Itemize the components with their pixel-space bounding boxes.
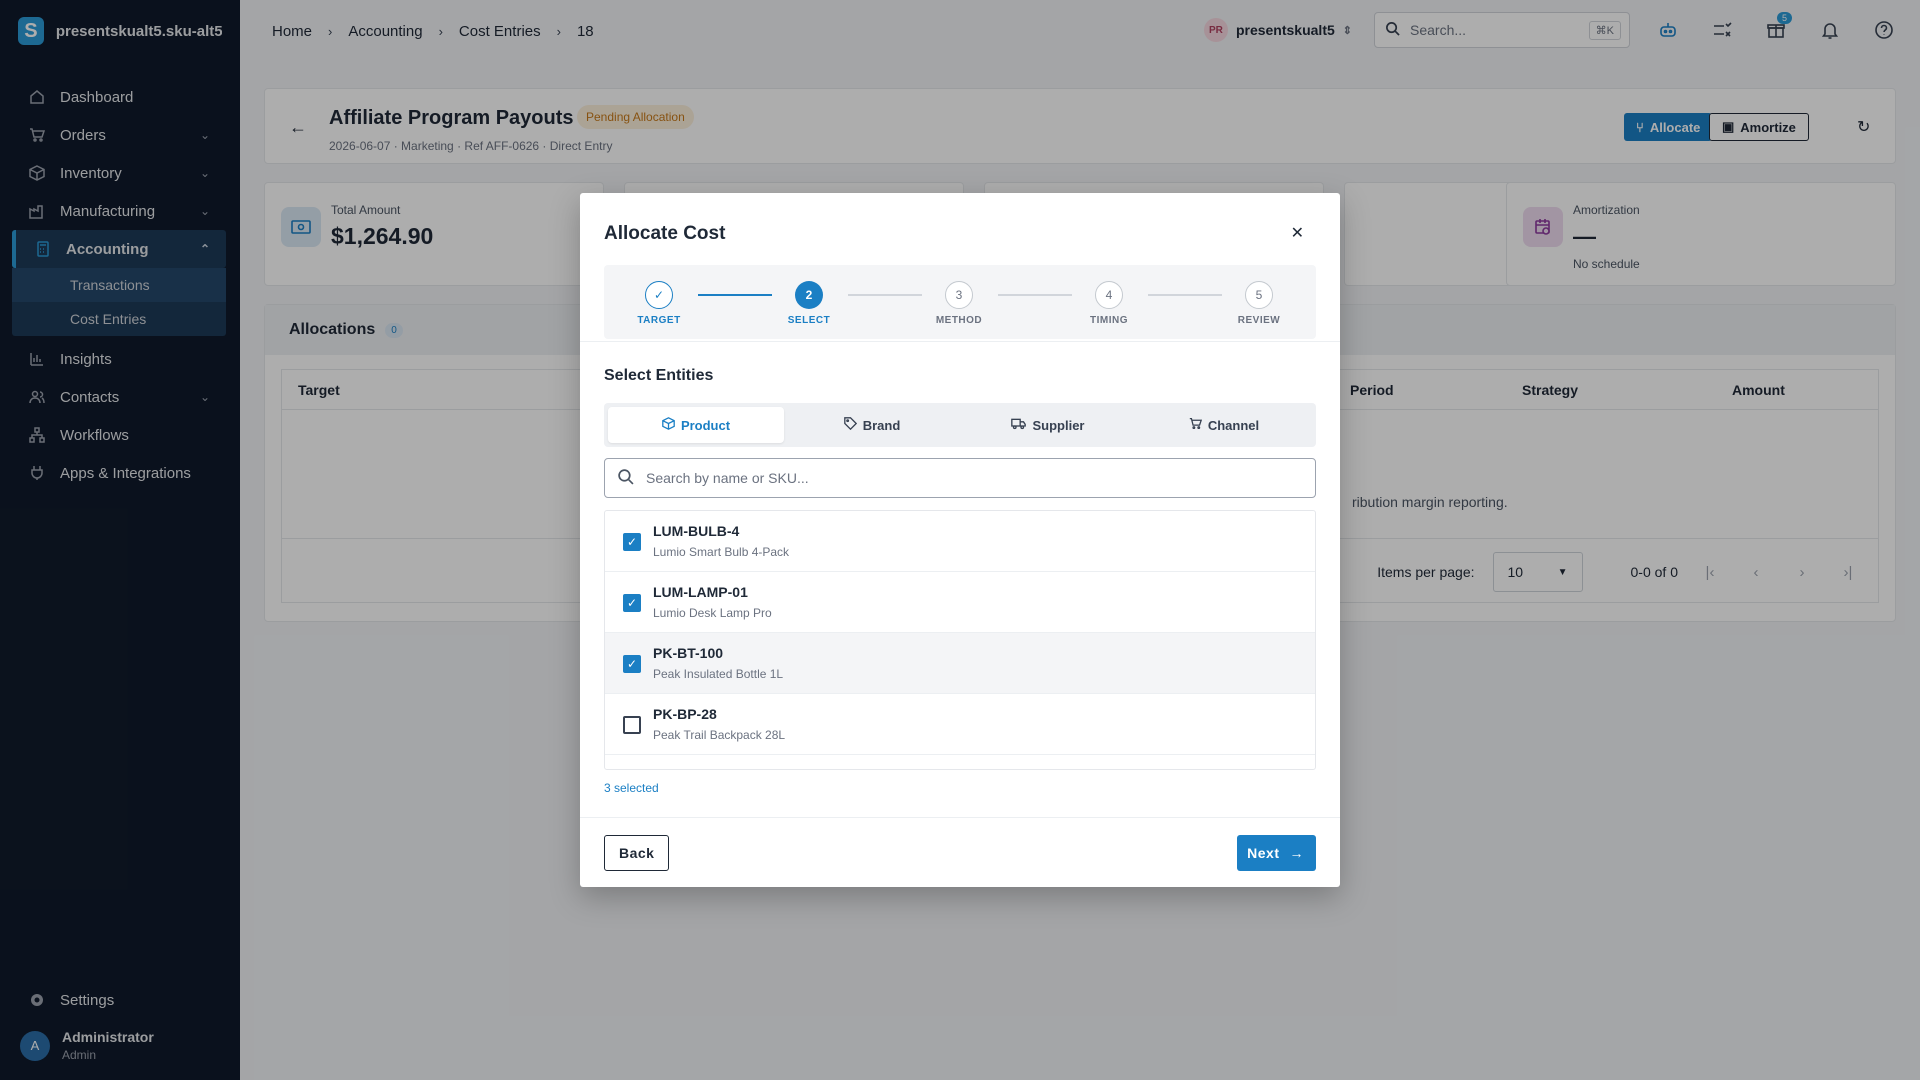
step-label: SELECT <box>787 315 831 326</box>
checkbox[interactable]: ✓ <box>623 655 641 673</box>
entity-name: Peak Insulated Bottle 1L <box>653 667 784 681</box>
search-icon <box>617 468 634 488</box>
step-label: REVIEW <box>1237 315 1281 326</box>
entity-name: Lumio Smart Bulb 4-Pack <box>653 545 790 559</box>
step-timing[interactable]: 4 TIMING <box>1069 281 1149 326</box>
divider <box>580 817 1340 818</box>
allocate-cost-dialog: Allocate Cost ✕ ✓ TARGET 2 SELECT 3 METH… <box>580 193 1340 887</box>
arrow-right-icon: → <box>1289 845 1304 861</box>
tab-product[interactable]: Product <box>608 407 784 443</box>
step-connector <box>998 294 1072 296</box>
entity-name: Peak Trail Backpack 28L <box>653 728 786 742</box>
tab-label: Product <box>680 417 731 433</box>
cube-icon <box>662 417 675 433</box>
step-number: 4 <box>1095 281 1123 309</box>
tab-brand[interactable]: Brand <box>784 407 960 443</box>
entity-type-tabs: Product Brand Supplier Channel <box>604 403 1316 447</box>
step-label: METHOD <box>935 315 983 326</box>
cart-icon <box>1189 417 1202 433</box>
tab-channel[interactable]: Channel <box>1136 407 1312 443</box>
tab-label: Brand <box>862 417 901 433</box>
tab-label: Channel <box>1207 417 1260 433</box>
close-icon[interactable]: ✕ <box>1291 223 1304 243</box>
list-item[interactable]: ✓ LUM-BULB-4 Lumio Smart Bulb 4-Pack <box>605 511 1315 572</box>
step-number: 3 <box>945 281 973 309</box>
entity-sku: LUM-LAMP-01 <box>653 584 748 600</box>
entity-search-input[interactable]: Search by name or SKU... <box>604 458 1316 498</box>
step-label: TIMING <box>1090 315 1128 326</box>
list-item[interactable]: ✓ PK-BT-100 Peak Insulated Bottle 1L <box>605 633 1315 694</box>
dialog-title: Allocate Cost <box>604 223 726 244</box>
list-item[interactable]: PK-BP-28 Peak Trail Backpack 28L <box>605 694 1315 755</box>
checkbox[interactable]: ✓ <box>623 533 641 551</box>
step-connector <box>848 294 922 296</box>
step-label: TARGET <box>637 315 681 326</box>
back-button[interactable]: Back <box>604 835 670 871</box>
step-connector <box>698 294 772 296</box>
stepper: ✓ TARGET 2 SELECT 3 METHOD 4 TIMING 5 RE… <box>604 265 1316 339</box>
tab-supplier[interactable]: Supplier <box>960 407 1136 443</box>
step-number: 2 <box>795 281 823 309</box>
entity-sku: PK-BT-100 <box>653 645 724 661</box>
tag-icon <box>843 417 857 433</box>
step-review[interactable]: 5 REVIEW <box>1219 281 1299 326</box>
step-number: 5 <box>1245 281 1273 309</box>
next-label: Next <box>1247 845 1280 861</box>
checkbox[interactable] <box>623 716 641 734</box>
entity-sku: LUM-BULB-4 <box>653 523 740 539</box>
divider <box>580 341 1340 342</box>
step-method[interactable]: 3 METHOD <box>919 281 999 326</box>
list-item[interactable]: ✓ LUM-LAMP-01 Lumio Desk Lamp Pro <box>605 572 1315 633</box>
step-select[interactable]: 2 SELECT <box>769 281 849 326</box>
entity-list: ✓ LUM-BULB-4 Lumio Smart Bulb 4-Pack ✓ L… <box>604 510 1316 770</box>
step-connector <box>1148 294 1222 296</box>
entity-sku: PK-BP-28 <box>653 706 717 722</box>
checkbox[interactable]: ✓ <box>623 594 641 612</box>
truck-icon <box>1011 417 1027 433</box>
entity-name: Lumio Desk Lamp Pro <box>653 606 772 620</box>
section-title: Select Entities <box>604 367 714 384</box>
tab-label: Supplier <box>1032 417 1085 433</box>
step-target[interactable]: ✓ TARGET <box>619 281 699 326</box>
search-placeholder: Search by name or SKU... <box>646 470 809 486</box>
next-button[interactable]: Next → <box>1237 835 1316 871</box>
selected-count: 3 selected <box>604 781 659 795</box>
check-icon: ✓ <box>645 281 673 309</box>
